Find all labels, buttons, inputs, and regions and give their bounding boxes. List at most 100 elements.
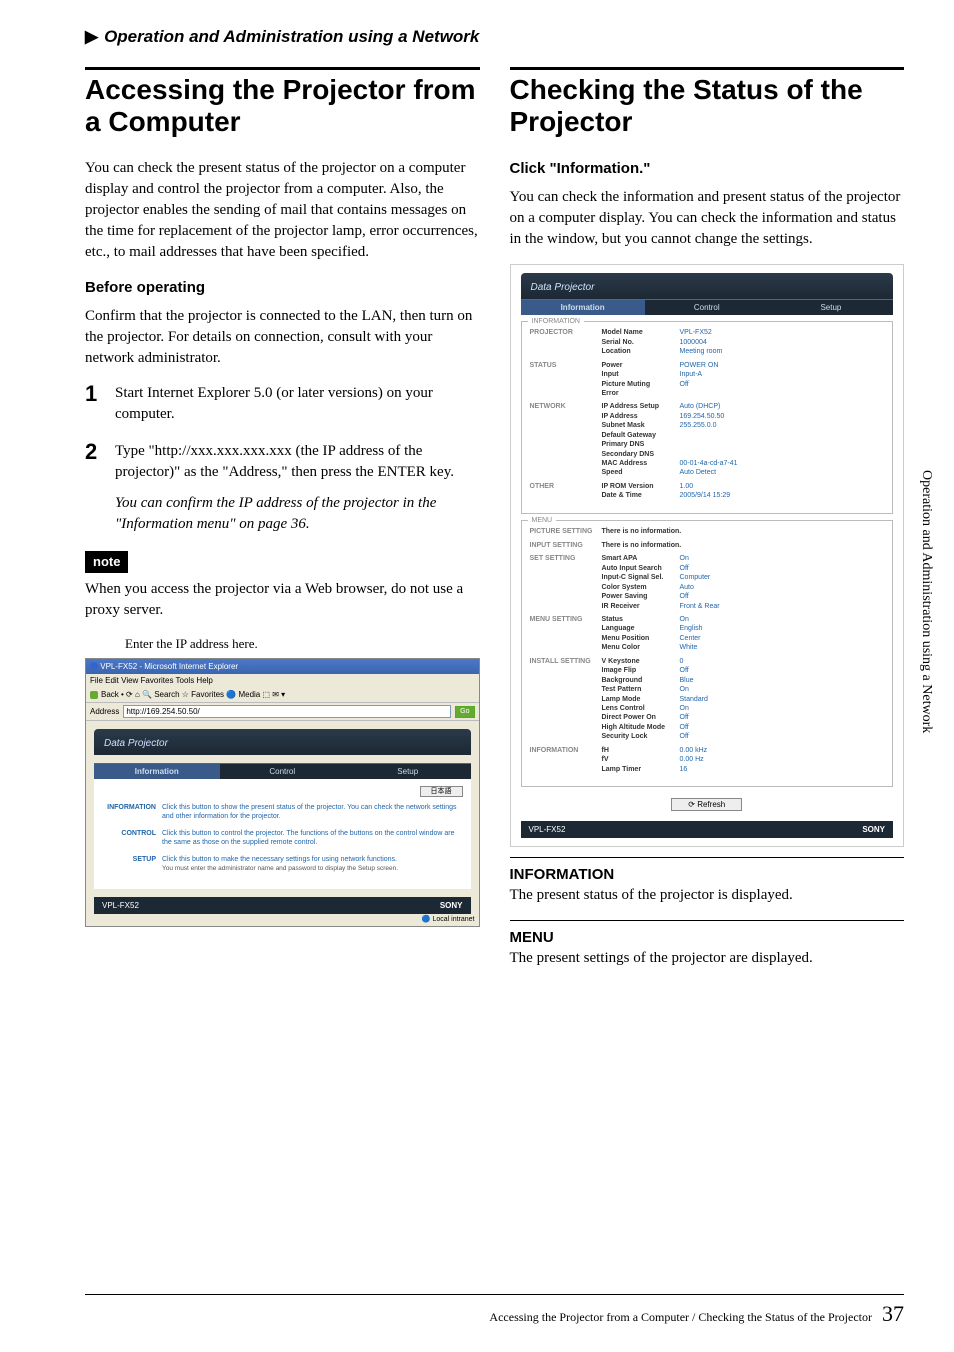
pair-key: Power Saving (602, 592, 680, 601)
pair-value: White (680, 643, 698, 652)
step-note: You can confirm the IP address of the pr… (115, 493, 480, 535)
ie-statusbar: 🔵 Local intranet (86, 914, 479, 926)
info-pair: Security LockOff (602, 732, 885, 741)
link-description: Click this button to control the project… (162, 829, 463, 847)
link-row: SETUPClick this button to make the neces… (102, 855, 463, 873)
group-label: INFORMATION (530, 746, 602, 774)
group-label: PICTURE SETTING (530, 527, 602, 537)
info-pair: Menu PositionCenter (602, 634, 885, 643)
group-label: INSTALL SETTING (530, 657, 602, 742)
pair-key: Lamp Mode (602, 695, 680, 704)
pair-value: 169.254.50.50 (680, 412, 725, 421)
no-information: There is no information. (602, 527, 885, 537)
info-pair: BackgroundBlue (602, 676, 885, 685)
tab-information[interactable]: Information (94, 763, 220, 779)
pair-value: On (680, 554, 689, 563)
pair-value: Off (680, 564, 689, 573)
tab-setup[interactable]: Setup (345, 763, 471, 779)
section-legend: INFORMATION (528, 317, 584, 327)
window-titlebar: VPL-FX52 - Microsoft Internet Explorer (86, 659, 479, 674)
info-group: PROJECTORModel NameVPL-FX52Serial No.100… (530, 328, 885, 356)
refresh-button[interactable]: ⟳ Refresh (671, 798, 742, 811)
link-description: Click this button to show the present st… (162, 803, 463, 821)
info-group: SET SETTINGSmart APAOnAuto Input SearchO… (530, 554, 885, 611)
projector-banner: Data Projector (94, 729, 471, 755)
tab-setup[interactable]: Setup (769, 299, 893, 315)
info-pair: InputInput-A (602, 370, 885, 379)
info-pair: StatusOn (602, 615, 885, 624)
pair-value: 0.00 kHz (680, 746, 708, 755)
info-group: INPUT SETTINGThere is no information. (530, 541, 885, 551)
projector-body: 日本語 INFORMATIONClick this button to show… (94, 779, 471, 889)
pair-key: Menu Position (602, 634, 680, 643)
caption: Enter the IP address here. (125, 635, 480, 653)
projector-footer: VPL-FX52 SONY (94, 897, 471, 914)
pair-value: Meeting room (680, 347, 723, 356)
left-intro: You can check the present status of the … (85, 158, 480, 263)
note-block: note When you access the projector via a… (85, 551, 480, 621)
ie-icon (90, 662, 98, 670)
info-pair: Power SavingOff (602, 592, 885, 601)
info-pair: Smart APAOn (602, 554, 885, 563)
info-pair: Secondary DNS (602, 450, 885, 459)
pair-key: Lens Control (602, 704, 680, 713)
info-pair: Picture MutingOff (602, 380, 885, 389)
pair-value: Auto Detect (680, 468, 717, 477)
info-pair: High Altitude ModeOff (602, 723, 885, 732)
pair-key: Lamp Timer (602, 765, 680, 774)
pair-key: IP Address (602, 412, 680, 421)
pair-key: V Keystone (602, 657, 680, 666)
info-pair: IP Address SetupAuto (DHCP) (602, 402, 885, 411)
address-input[interactable] (123, 705, 451, 718)
info-group: OTHERIP ROM Version1.00Date & Time2005/9… (530, 482, 885, 501)
pair-key: Input-C Signal Sel. (602, 573, 680, 582)
info-pair: Lamp ModeStandard (602, 695, 885, 704)
pair-key: Model Name (602, 328, 680, 337)
pair-key: Test Pattern (602, 685, 680, 694)
tab-control[interactable]: Control (220, 763, 346, 779)
address-bar: Address Go (86, 703, 479, 721)
tab-control[interactable]: Control (645, 299, 769, 315)
pair-key: Subnet Mask (602, 421, 680, 430)
pair-key: Auto Input Search (602, 564, 680, 573)
info-pair: fH0.00 kHz (602, 746, 885, 755)
pair-key: Input (602, 370, 680, 379)
pair-key: IP Address Setup (602, 402, 680, 411)
link-label[interactable]: CONTROL (102, 829, 162, 847)
pair-key: Color System (602, 583, 680, 592)
pair-value: Off (680, 592, 689, 601)
group-label: STATUS (530, 361, 602, 399)
pair-key: High Altitude Mode (602, 723, 680, 732)
info-group: PICTURE SETTINGThere is no information. (530, 527, 885, 537)
status-screenshot: Data Projector Information Control Setup… (510, 264, 905, 847)
info-pair: Direct Power OnOff (602, 713, 885, 722)
info-group: INFORMATIONfH0.00 kHzfV0.00 HzLamp Timer… (530, 746, 885, 774)
group-label: MENU SETTING (530, 615, 602, 653)
link-row: INFORMATIONClick this button to show the… (102, 803, 463, 821)
step-number: 2 (85, 441, 103, 535)
pair-key: Image Flip (602, 666, 680, 675)
info-group: MENU SETTINGStatusOnLanguageEnglishMenu … (530, 615, 885, 653)
projector-tabs: Information Control Setup (94, 763, 471, 779)
language-button[interactable]: 日本語 (420, 786, 463, 797)
info-pair: Serial No.1000004 (602, 338, 885, 347)
link-label[interactable]: INFORMATION (102, 803, 162, 821)
pair-value: Computer (680, 573, 711, 582)
pair-key: Menu Color (602, 643, 680, 652)
pair-key: IP ROM Version (602, 482, 680, 491)
menu-body: The present settings of the projector ar… (510, 948, 905, 969)
step-1: 1 Start Internet Explorer 5.0 (or later … (85, 383, 480, 425)
pair-value: Off (680, 713, 689, 722)
step-body: Start Internet Explorer 5.0 (or later ve… (115, 383, 480, 425)
group-label: NETWORK (530, 402, 602, 478)
link-label[interactable]: SETUP (102, 855, 162, 873)
pair-key: Primary DNS (602, 440, 680, 449)
note-badge: note (85, 551, 128, 573)
step-number: 1 (85, 383, 103, 425)
pair-key: Smart APA (602, 554, 680, 563)
pair-key: Picture Muting (602, 380, 680, 389)
go-button[interactable]: Go (455, 706, 474, 718)
information-section: INFORMATION PROJECTORModel NameVPL-FX52S… (521, 321, 894, 513)
tab-information[interactable]: Information (521, 299, 645, 315)
breadcrumb-arrow-icon: ▶ (85, 27, 98, 46)
